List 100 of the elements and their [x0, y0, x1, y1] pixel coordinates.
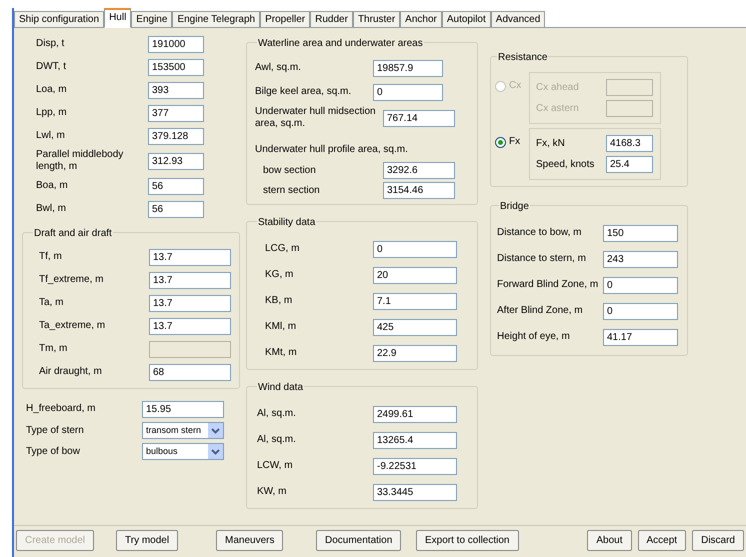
input-field[interactable]: 41.17: [603, 328, 678, 346]
input-field[interactable]: 15.95: [142, 400, 224, 418]
field-label: bow section: [262, 164, 317, 176]
field-label: KMl, m: [264, 321, 298, 333]
field-label: KG, m: [264, 269, 294, 281]
radio-button[interactable]: [495, 136, 506, 148]
input-field[interactable]: 767.14: [383, 110, 455, 126]
input-field[interactable]: 4168.3: [606, 135, 653, 152]
chevron-down-icon: [208, 423, 223, 438]
tab[interactable]: Thruster: [352, 11, 400, 28]
input-field[interactable]: 13265.4: [373, 432, 457, 448]
field-label: H_freeboard, m: [25, 403, 96, 415]
push-button[interactable]: Maneuvers: [216, 530, 284, 551]
field-label: Parallel middlebody length, m: [35, 149, 124, 173]
field-label: Cx ahead: [536, 82, 580, 94]
field-label: Cx: [509, 80, 522, 92]
input-field[interactable]: 191000: [148, 36, 204, 52]
input-field[interactable]: 2499.61: [373, 406, 457, 422]
tab[interactable]: Autopilot: [442, 11, 491, 28]
field-label: KB, m: [264, 295, 294, 307]
group-title: Stability data: [258, 217, 316, 228]
field-label: Lwl, m: [35, 130, 66, 142]
input-field[interactable]: -9.22531: [373, 458, 457, 474]
push-button[interactable]: Export to collection: [416, 530, 518, 551]
input-field[interactable]: 56: [148, 178, 204, 194]
input-field[interactable]: 393: [148, 82, 204, 98]
field-label: Fx: [509, 136, 520, 148]
input-field[interactable]: 13.7: [149, 272, 231, 288]
field-label: Lpp, m: [35, 107, 68, 119]
dropdown[interactable]: bulbous: [142, 443, 224, 460]
push-button[interactable]: Try model: [116, 530, 178, 551]
input-field[interactable]: 0: [373, 84, 443, 100]
field-label: Awl, sq.m.: [255, 62, 302, 74]
input-field[interactable]: 377: [148, 104, 204, 122]
field-label: LCG, m: [264, 243, 300, 255]
input-field[interactable]: 7.1: [373, 292, 457, 310]
tab[interactable]: Anchor: [400, 11, 442, 28]
group-title: Bridge: [500, 201, 529, 212]
input-field[interactable]: 13.7: [149, 294, 231, 312]
field-label: Tm, m: [38, 343, 68, 355]
input-field[interactable]: 3292.6: [383, 162, 455, 179]
push-button[interactable]: About: [587, 530, 632, 551]
field-label: Distance to bow, m: [497, 227, 582, 239]
field-label: Cx astern: [536, 102, 580, 114]
group-title: Draft and air draft: [34, 228, 112, 239]
tab[interactable]: Engine Telegraph: [172, 11, 260, 28]
field-label: Height of eye, m: [497, 331, 571, 343]
tab[interactable]: Hull: [104, 8, 132, 28]
input-field[interactable]: 0: [373, 240, 457, 258]
input-field[interactable]: 20: [373, 266, 457, 284]
field-label: Al, sq.m.: [256, 408, 297, 420]
push-button[interactable]: Discard: [692, 530, 744, 551]
field-label: KW, m: [256, 486, 288, 498]
field-label: After Blind Zone, m: [497, 305, 584, 317]
input-field[interactable]: 13.7: [149, 248, 231, 266]
dropdown[interactable]: transom stern: [142, 422, 224, 439]
group-title: Waterline area and underwater areas: [258, 38, 423, 49]
push-button[interactable]: Documentation: [316, 530, 402, 551]
field-label: Air draught, m: [38, 366, 103, 378]
input-field[interactable]: 33.3445: [373, 484, 457, 500]
input-field[interactable]: 19857.9: [373, 60, 443, 76]
input-field[interactable]: 243: [603, 250, 678, 268]
input-field[interactable]: 150: [603, 224, 678, 242]
field-label: Loa, m: [35, 84, 68, 96]
input-field[interactable]: 425: [373, 318, 457, 336]
field-label: Boa, m: [35, 180, 69, 192]
input-field[interactable]: 13.7: [149, 318, 231, 334]
push-button[interactable]: Accept: [638, 530, 686, 551]
field-label: Fx, kN: [536, 138, 566, 150]
input-field[interactable]: 312.93: [148, 152, 204, 170]
field-label: Al, sq.m.: [256, 434, 297, 446]
input-field[interactable]: 0: [603, 302, 678, 320]
tab[interactable]: Advanced: [490, 11, 546, 28]
field-label: Speed, knots: [536, 158, 596, 170]
field-label: Type of stern: [25, 424, 85, 436]
tab[interactable]: Rudder: [310, 11, 353, 28]
field-label: stern section: [262, 184, 321, 196]
group-title: Resistance: [498, 52, 548, 63]
input-field[interactable]: 25.4: [606, 156, 653, 173]
field-label: Tf_extreme, m: [38, 274, 104, 286]
input-field[interactable]: 68: [149, 364, 231, 380]
field-label: Disp, t: [35, 38, 66, 50]
field-label: Distance to stern, m: [497, 253, 587, 265]
input-field[interactable]: 153500: [148, 58, 204, 76]
tab[interactable]: Propeller: [260, 11, 310, 28]
input-field[interactable]: 379.128: [148, 128, 204, 144]
input-field[interactable]: 22.9: [373, 344, 457, 362]
tab[interactable]: Engine: [131, 11, 172, 28]
input-field[interactable]: 0: [603, 276, 678, 294]
field-label: Bwl, m: [35, 203, 67, 215]
field-label: Underwater hull midsection area, sq.m.: [255, 106, 377, 130]
input-field[interactable]: 3154.46: [383, 182, 455, 199]
field-label: KMt, m: [264, 347, 298, 359]
field-label: Underwater hull profile area, sq.m.: [255, 144, 408, 155]
field-label: Forward Blind Zone, m: [497, 279, 600, 291]
field-label: Bilge keel area, sq.m.: [255, 86, 352, 98]
field-label: Type of bow: [25, 446, 81, 458]
field-label: LCW, m: [256, 460, 294, 472]
tab[interactable]: Ship configuration: [14, 11, 104, 28]
input-field[interactable]: 56: [148, 200, 204, 218]
